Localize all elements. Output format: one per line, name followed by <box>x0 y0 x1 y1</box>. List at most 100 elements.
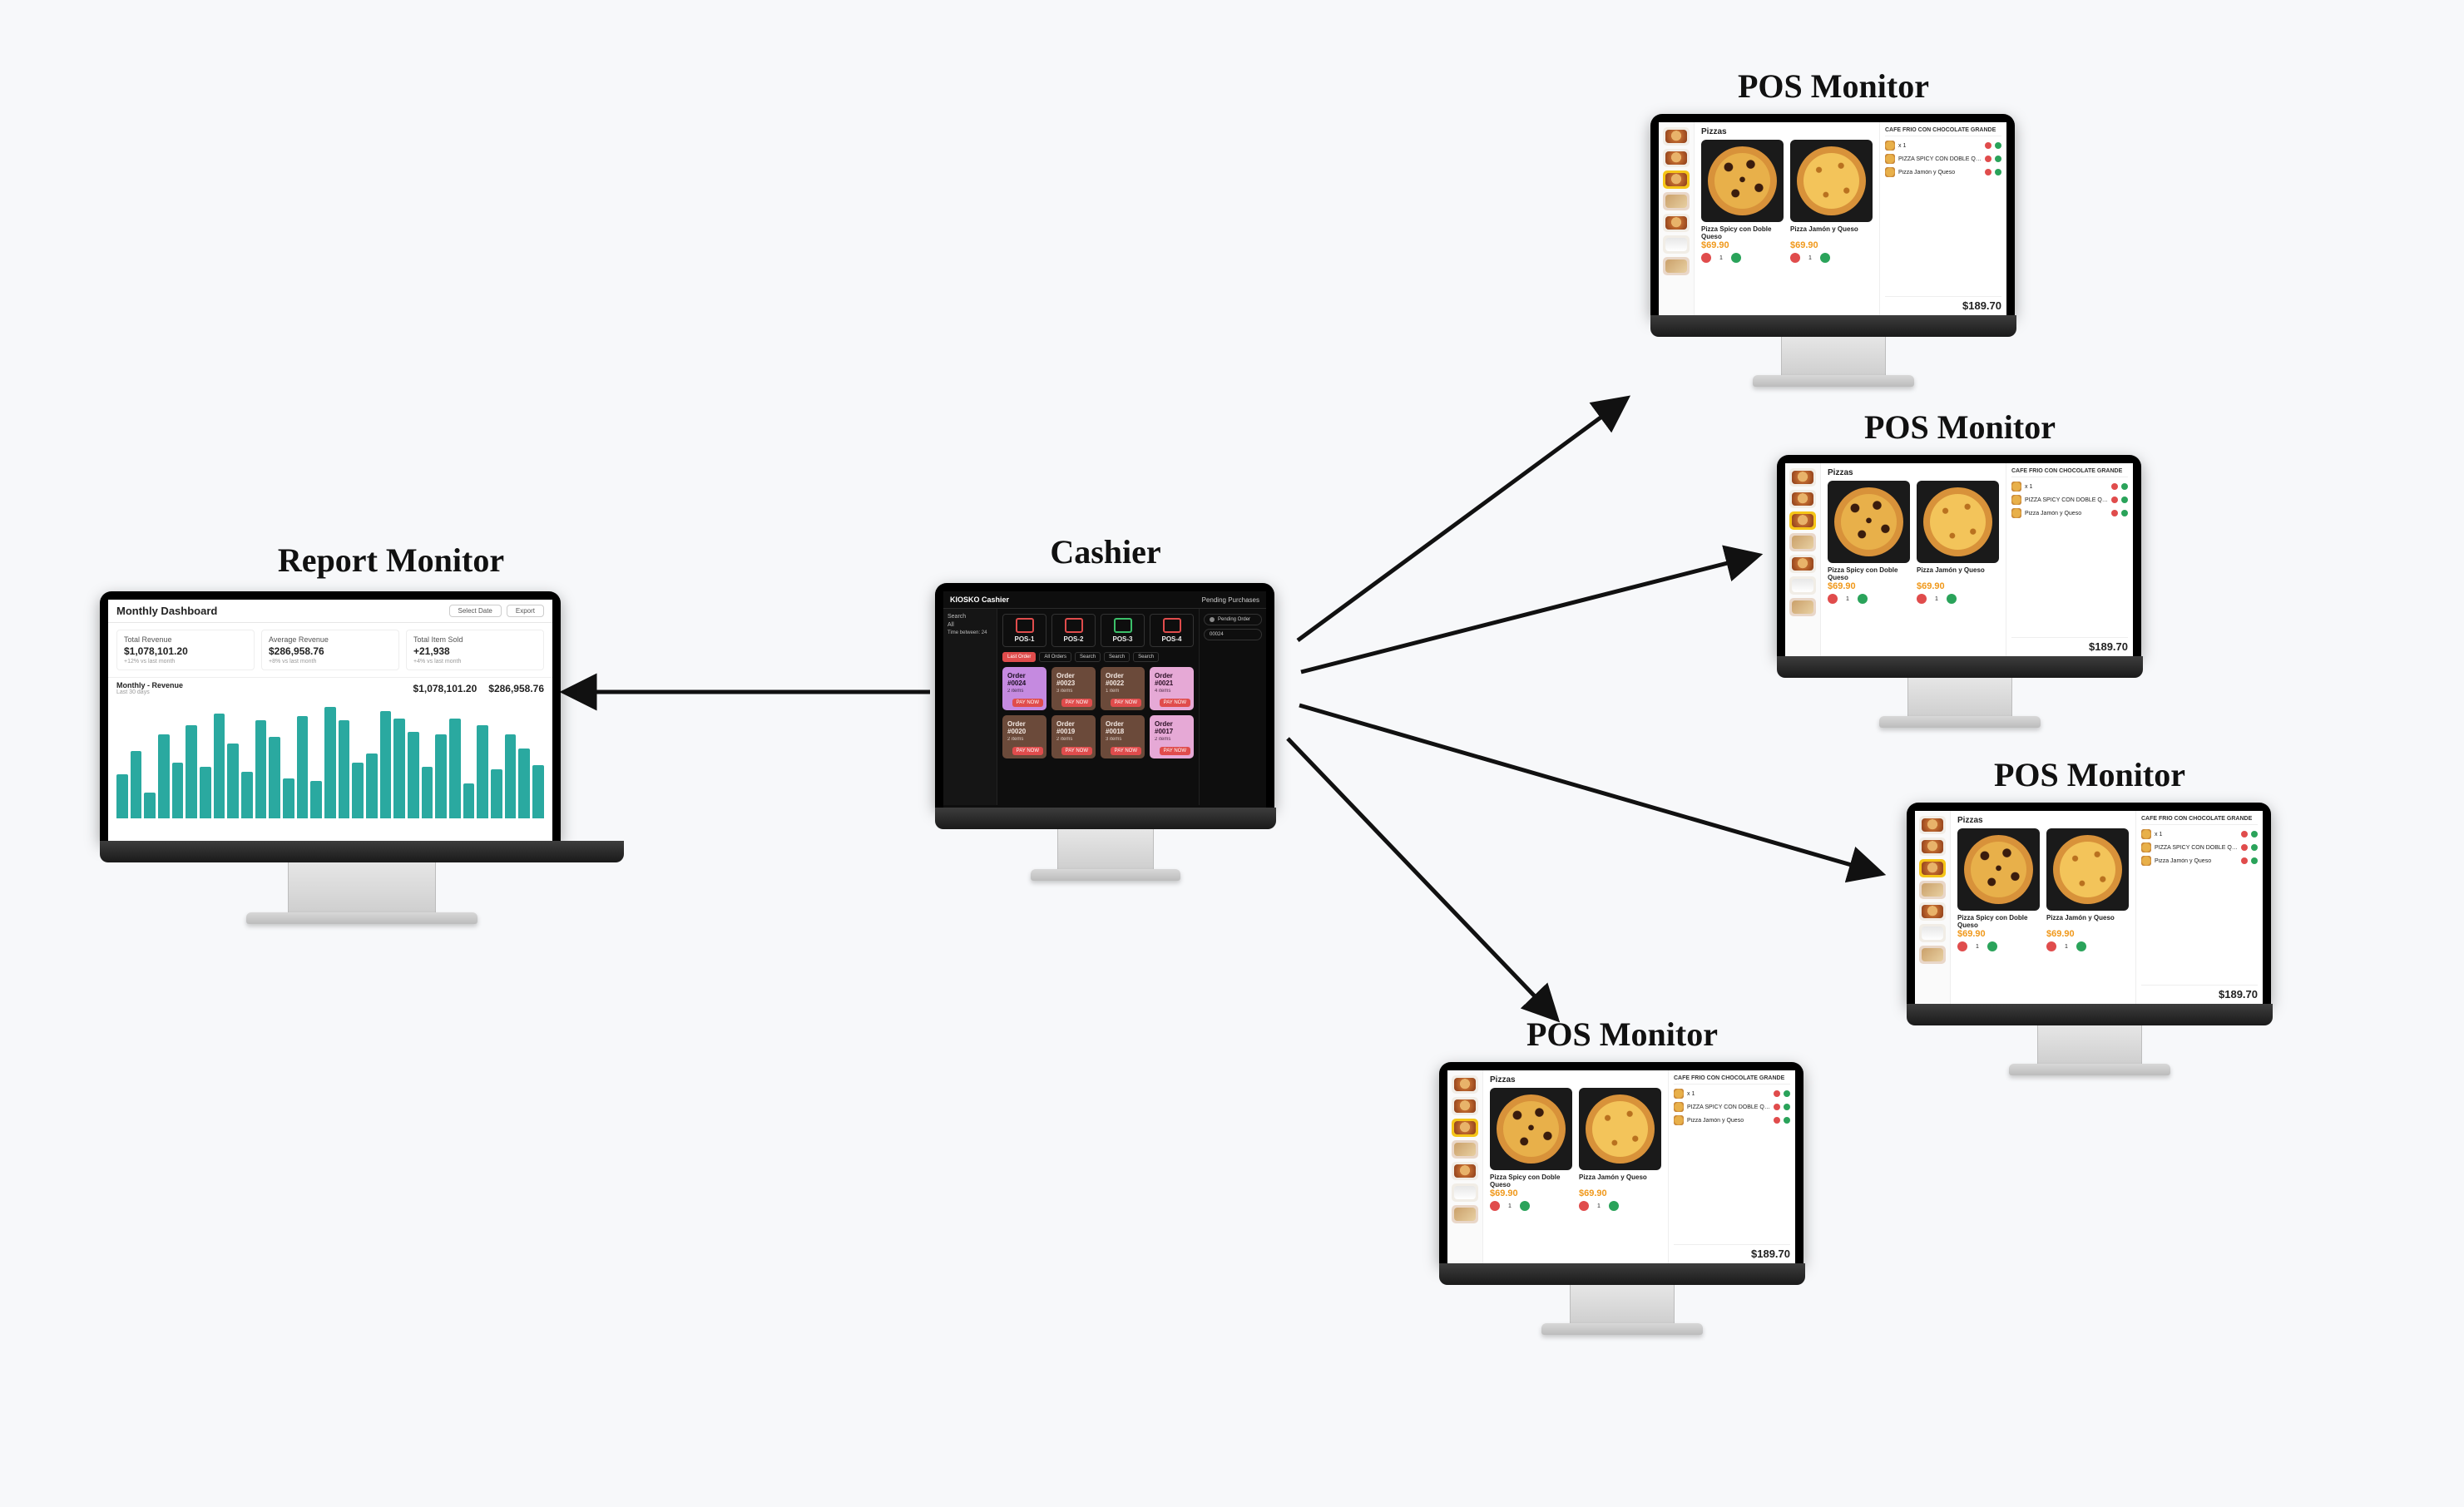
category-item[interactable] <box>1919 837 1946 856</box>
remove-line-button[interactable] <box>1774 1090 1780 1097</box>
category-item[interactable] <box>1789 555 1816 573</box>
sidebar-search[interactable]: Search <box>948 614 992 620</box>
confirm-line-button[interactable] <box>1995 169 2001 175</box>
category-item[interactable] <box>1452 1162 1478 1180</box>
confirm-line-button[interactable] <box>1784 1090 1790 1097</box>
remove-line-button[interactable] <box>1985 156 1991 162</box>
category-item[interactable] <box>1789 533 1816 551</box>
pos-terminal[interactable]: POS-3 <box>1101 614 1145 647</box>
qty-minus-button[interactable] <box>1579 1201 1589 1211</box>
confirm-line-button[interactable] <box>1784 1117 1790 1124</box>
product-card[interactable]: Pizza Jamón y Queso $69.90 1 <box>2046 828 2129 951</box>
category-item[interactable] <box>1663 257 1690 275</box>
qty-minus-button[interactable] <box>1957 941 1967 951</box>
category-item[interactable] <box>1452 1205 1478 1223</box>
product-card[interactable]: Pizza Spicy con Doble Queso $69.90 1 <box>1490 1088 1572 1211</box>
category-item[interactable] <box>1789 468 1816 487</box>
category-item[interactable] <box>1663 235 1690 254</box>
category-item[interactable] <box>1452 1183 1478 1202</box>
order-card[interactable]: Order #00242 itemsPAY NOW <box>1002 667 1046 710</box>
qty-plus-button[interactable] <box>1858 594 1868 604</box>
confirm-line-button[interactable] <box>1784 1104 1790 1110</box>
confirm-line-button[interactable] <box>2251 831 2258 837</box>
product-card[interactable]: Pizza Jamón y Queso $69.90 1 <box>1790 140 1873 263</box>
filter-chip[interactable]: All Orders <box>1039 652 1071 662</box>
pos-terminal[interactable]: POS-4 <box>1150 614 1194 647</box>
category-item[interactable] <box>1789 490 1816 508</box>
category-item[interactable] <box>1452 1097 1478 1115</box>
category-item[interactable] <box>1663 214 1690 232</box>
qty-minus-button[interactable] <box>1917 594 1927 604</box>
category-item[interactable] <box>1919 924 1946 942</box>
pay-button[interactable]: PAY NOW <box>1160 747 1190 755</box>
category-item[interactable] <box>1919 881 1946 899</box>
remove-line-button[interactable] <box>1985 142 1991 149</box>
remove-line-button[interactable] <box>2241 831 2248 837</box>
pending-order-pill[interactable]: Pending Order <box>1204 614 1262 625</box>
filter-chip[interactable]: Search <box>1133 652 1159 662</box>
product-card[interactable]: Pizza Spicy con Doble Queso $69.90 1 <box>1957 828 2040 951</box>
export-button[interactable]: Export <box>507 605 544 617</box>
category-item-active[interactable] <box>1789 511 1816 530</box>
pos-terminal[interactable]: POS-2 <box>1051 614 1096 647</box>
category-item[interactable] <box>1663 149 1690 167</box>
confirm-line-button[interactable] <box>2121 510 2128 516</box>
remove-line-button[interactable] <box>2241 844 2248 851</box>
category-item[interactable] <box>1789 576 1816 595</box>
remove-line-button[interactable] <box>2111 483 2118 490</box>
qty-plus-button[interactable] <box>2076 941 2086 951</box>
category-item-active[interactable] <box>1663 170 1690 189</box>
pay-button[interactable]: PAY NOW <box>1012 747 1043 755</box>
category-item[interactable] <box>1452 1140 1478 1159</box>
category-item[interactable] <box>1919 816 1946 834</box>
order-card[interactable]: Order #00221 itemPAY NOW <box>1101 667 1145 710</box>
qty-plus-button[interactable] <box>1820 253 1830 263</box>
order-card[interactable]: Order #00233 itemsPAY NOW <box>1051 667 1096 710</box>
product-card[interactable]: Pizza Spicy con Doble Queso $69.90 1 <box>1701 140 1784 263</box>
confirm-line-button[interactable] <box>2121 497 2128 503</box>
pay-button[interactable]: PAY NOW <box>1061 699 1092 707</box>
qty-plus-button[interactable] <box>1609 1201 1619 1211</box>
category-item[interactable] <box>1789 598 1816 616</box>
filter-chip[interactable]: Last Order <box>1002 652 1036 662</box>
remove-line-button[interactable] <box>2241 857 2248 864</box>
product-card[interactable]: Pizza Spicy con Doble Queso $69.90 1 <box>1828 481 1910 604</box>
sidebar-all[interactable]: All <box>948 622 992 628</box>
qty-plus-button[interactable] <box>1947 594 1957 604</box>
confirm-line-button[interactable] <box>2121 483 2128 490</box>
qty-minus-button[interactable] <box>1701 253 1711 263</box>
qty-plus-button[interactable] <box>1987 941 1997 951</box>
remove-line-button[interactable] <box>2111 497 2118 503</box>
qty-minus-button[interactable] <box>1490 1201 1500 1211</box>
pay-button[interactable]: PAY NOW <box>1160 699 1190 707</box>
order-card[interactable]: Order #00172 itemsPAY NOW <box>1150 715 1194 758</box>
order-card[interactable]: Order #00202 itemsPAY NOW <box>1002 715 1046 758</box>
qty-plus-button[interactable] <box>1520 1201 1530 1211</box>
confirm-line-button[interactable] <box>2251 844 2258 851</box>
category-item[interactable] <box>1663 127 1690 146</box>
product-card[interactable]: Pizza Jamón y Queso $69.90 1 <box>1579 1088 1661 1211</box>
pay-button[interactable]: PAY NOW <box>1111 699 1141 707</box>
pos-terminal[interactable]: POS-1 <box>1002 614 1046 647</box>
category-item[interactable] <box>1919 946 1946 964</box>
remove-line-button[interactable] <box>2111 510 2118 516</box>
date-range-select[interactable]: Select Date <box>449 605 502 617</box>
category-item[interactable] <box>1919 902 1946 921</box>
confirm-line-button[interactable] <box>1995 156 2001 162</box>
order-card[interactable]: Order #00214 itemsPAY NOW <box>1150 667 1194 710</box>
pay-button[interactable]: PAY NOW <box>1111 747 1141 755</box>
remove-line-button[interactable] <box>1985 169 1991 175</box>
filter-chip[interactable]: Search <box>1104 652 1130 662</box>
confirm-line-button[interactable] <box>1995 142 2001 149</box>
qty-plus-button[interactable] <box>1731 253 1741 263</box>
chart-tab[interactable]: Monthly - Revenue <box>116 681 183 689</box>
order-card[interactable]: Order #00192 itemsPAY NOW <box>1051 715 1096 758</box>
qty-minus-button[interactable] <box>1828 594 1838 604</box>
category-item-active[interactable] <box>1452 1119 1478 1137</box>
pay-button[interactable]: PAY NOW <box>1012 699 1043 707</box>
qty-minus-button[interactable] <box>2046 941 2056 951</box>
qty-minus-button[interactable] <box>1790 253 1800 263</box>
category-item[interactable] <box>1663 192 1690 210</box>
product-card[interactable]: Pizza Jamón y Queso $69.90 1 <box>1917 481 1999 604</box>
confirm-line-button[interactable] <box>2251 857 2258 864</box>
